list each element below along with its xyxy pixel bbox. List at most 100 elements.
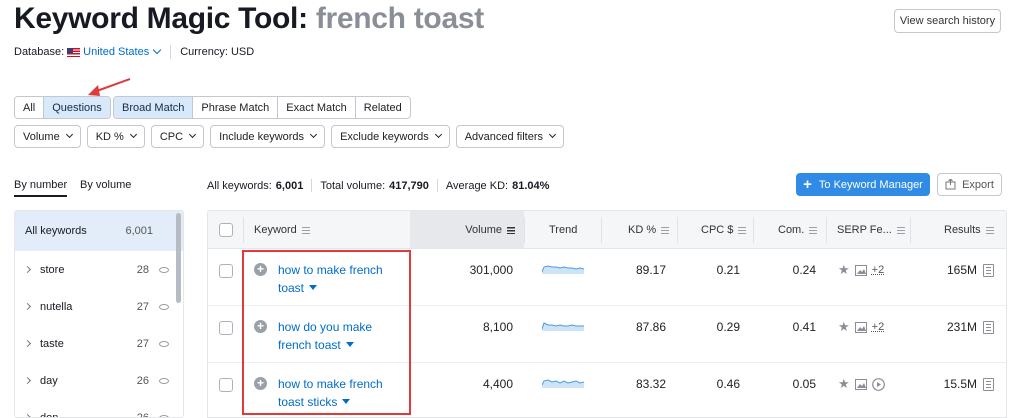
sidebar-item-count: 27: [136, 300, 149, 313]
sort-by-number-tab[interactable]: By number: [14, 179, 68, 197]
column-label: SERP Fe...: [837, 224, 892, 236]
serp-features: ★ +2: [838, 319, 884, 335]
star-icon: ★: [838, 262, 850, 277]
column-serp-features[interactable]: SERP Fe...: [837, 211, 905, 249]
row-checkbox[interactable]: [219, 264, 233, 278]
plus-icon: +: [803, 176, 812, 193]
sidebar-item-label: nutella: [40, 300, 73, 313]
serp-more-link[interactable]: +2: [872, 321, 885, 333]
tab-related[interactable]: Related: [355, 97, 410, 118]
serp-results-icon[interactable]: [983, 264, 994, 277]
sidebar-item-don[interactable]: don 26: [15, 399, 183, 418]
chevron-down-icon: [152, 45, 162, 55]
column-kd[interactable]: KD %: [628, 211, 670, 249]
tab-broad-match[interactable]: Broad Match: [114, 97, 194, 118]
sidebar-scrollbar[interactable]: [176, 213, 181, 303]
sidebar-item-store[interactable]: store 28: [15, 251, 183, 288]
sidebar-item-label: don: [40, 411, 59, 418]
eye-icon[interactable]: [159, 266, 169, 273]
tab-phrase-match[interactable]: Phrase Match: [193, 97, 279, 118]
filter-include-keywords[interactable]: Include keywords: [210, 125, 326, 148]
divider: [311, 179, 313, 192]
sidebar-item-label: All keywords: [25, 225, 87, 237]
row-checkbox[interactable]: [219, 321, 233, 335]
filter-volume[interactable]: Volume: [14, 125, 81, 148]
column-cpc[interactable]: CPC $: [701, 211, 747, 249]
keyword-stats: All keywords: 6,001 Total volume: 417,790 …: [207, 179, 549, 192]
sidebar-item-label: day: [40, 374, 58, 387]
cpc-value: 0.46: [716, 377, 740, 391]
sidebar-item-taste[interactable]: taste 27: [15, 325, 183, 362]
competition-value: 0.05: [792, 377, 816, 391]
sidebar-item-nutella[interactable]: nutella 27: [15, 288, 183, 325]
database-label: Database:: [14, 46, 65, 58]
volume-value: 4,400: [482, 377, 513, 391]
trend-sparkline: [542, 265, 584, 274]
column-competition[interactable]: Com.: [778, 211, 818, 249]
volume-value: 301,000: [469, 263, 513, 277]
image-icon: [854, 378, 867, 390]
currency-label: Currency: USD: [180, 46, 255, 58]
filter-kd[interactable]: KD %: [86, 125, 145, 148]
tab-exact-match[interactable]: Exact Match: [278, 97, 356, 118]
sidebar-item-all-keywords[interactable]: All keywords 6,001: [15, 211, 183, 251]
database-select[interactable]: United States: [83, 45, 162, 58]
export-button[interactable]: Export: [937, 173, 1002, 196]
image-icon: [854, 321, 867, 333]
sidebar-item-day[interactable]: day 26: [15, 362, 183, 399]
column-results[interactable]: Results: [944, 211, 994, 249]
database-value: United States: [83, 46, 150, 58]
star-icon: ★: [838, 319, 850, 334]
column-label: Trend: [549, 224, 578, 236]
chevron-down-icon: [310, 130, 318, 139]
sidebar-item-count: 6,001: [125, 225, 153, 237]
filter-label: Advanced filters: [464, 130, 543, 143]
column-label: CPC $: [701, 224, 734, 236]
cpc-value: 0.21: [716, 263, 740, 277]
total-volume-label: Total volume:: [320, 179, 386, 192]
title-prefix: Keyword Magic Tool:: [14, 2, 308, 35]
database-bar: Database: United States Currency: USD: [14, 45, 254, 59]
competition-value: 0.24: [792, 263, 816, 277]
view-search-history-button[interactable]: View search history: [894, 9, 1001, 33]
serp-results-icon[interactable]: [983, 378, 994, 391]
filter-label: Volume: [23, 130, 60, 143]
column-keyword[interactable]: Keyword: [254, 211, 310, 249]
serp-more-link[interactable]: +2: [872, 264, 885, 276]
eye-icon[interactable]: [159, 377, 169, 384]
column-divider: [677, 217, 678, 243]
chevron-right-icon: [23, 339, 32, 348]
eye-icon[interactable]: [159, 340, 169, 347]
eye-icon[interactable]: [159, 303, 169, 310]
sort-icon: [301, 226, 310, 234]
to-keyword-manager-button[interactable]: + To Keyword Manager: [796, 173, 930, 196]
filter-exclude-keywords[interactable]: Exclude keywords: [331, 125, 450, 148]
sort-icon: [661, 226, 670, 234]
filter-cpc[interactable]: CPC: [150, 125, 205, 148]
sort-by-volume-tab[interactable]: By volume: [80, 179, 131, 191]
keyword-groups-sidebar: All keywords 6,001 store 28 nutella 27 tast…: [14, 210, 184, 418]
title-query: french toast: [315, 2, 484, 35]
divider: [170, 45, 172, 59]
tab-all[interactable]: All: [15, 97, 45, 118]
sort-icon: [738, 226, 747, 234]
column-volume[interactable]: Volume: [410, 211, 524, 249]
sidebar-item-count: 26: [136, 374, 149, 387]
page-title: Keyword Magic Tool: french toast: [14, 2, 484, 36]
export-label: Export: [962, 178, 994, 191]
chevron-down-icon: [548, 130, 557, 139]
serp-results-icon[interactable]: [983, 321, 994, 334]
column-label: Com.: [778, 224, 805, 236]
tab-questions[interactable]: Questions: [44, 97, 110, 118]
filter-advanced[interactable]: Advanced filters: [455, 125, 564, 148]
column-divider: [243, 217, 244, 243]
select-all-checkbox[interactable]: [219, 223, 233, 237]
kd-value: 83.32: [635, 377, 666, 391]
eye-icon[interactable]: [159, 414, 169, 417]
column-divider: [524, 217, 525, 243]
trend-sparkline: [542, 379, 584, 388]
us-flag-icon: [67, 47, 81, 57]
sort-icon: [896, 226, 905, 234]
average-kd-label: Average KD:: [445, 179, 509, 192]
row-checkbox[interactable]: [219, 378, 233, 392]
